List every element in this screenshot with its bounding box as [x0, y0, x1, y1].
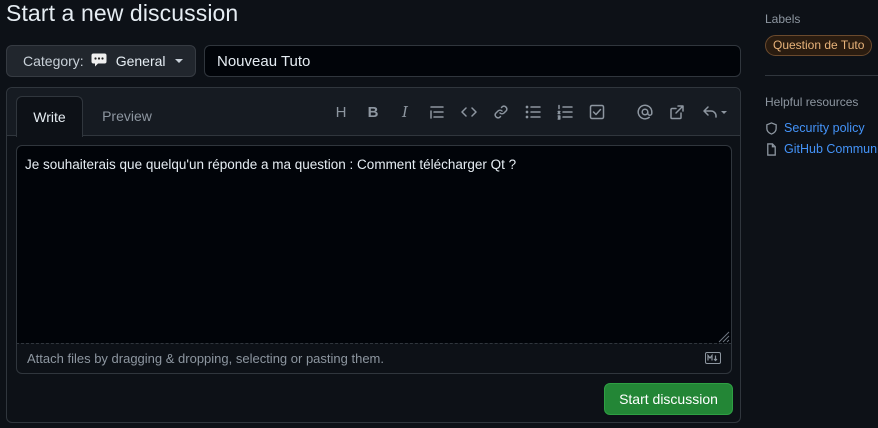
category-value: General [115, 53, 166, 69]
start-discussion-button[interactable]: Start discussion [604, 383, 733, 415]
label-pill[interactable]: Question de Tuto [765, 35, 873, 56]
task-list-icon[interactable] [587, 102, 607, 122]
resource-security-policy[interactable]: Security policy [765, 119, 865, 137]
markdown-icon[interactable] [705, 352, 721, 364]
reply-icon[interactable] [699, 102, 729, 122]
speech-balloon-icon [91, 53, 107, 70]
resource-github-community[interactable]: GitHub Communi [765, 140, 878, 158]
shield-icon [766, 121, 777, 135]
italic-icon[interactable]: I [395, 102, 415, 122]
link-icon[interactable] [491, 102, 511, 122]
chevron-down-icon [720, 110, 727, 114]
file-icon [767, 142, 776, 156]
tab-write[interactable]: Write [16, 96, 83, 137]
caret-down-icon [174, 59, 183, 63]
category-prefix-label: Category: [23, 53, 84, 69]
resize-handle-icon[interactable] [716, 329, 730, 343]
bold-icon[interactable]: B [363, 102, 383, 122]
quote-icon[interactable] [427, 102, 447, 122]
tab-preview[interactable]: Preview [95, 96, 159, 136]
resource-link[interactable]: GitHub Communi [784, 142, 878, 156]
discussion-title-input[interactable] [204, 45, 741, 77]
attach-files-hint: Attach files by dragging & dropping, sel… [27, 351, 384, 366]
page-title: Start a new discussion [6, 0, 239, 26]
comment-editor: Write Preview H B I Je souhaiterais que … [6, 87, 741, 423]
code-icon[interactable] [459, 102, 479, 122]
cross-reference-icon[interactable] [667, 102, 687, 122]
ordered-list-icon[interactable] [555, 102, 575, 122]
resource-link[interactable]: Security policy [784, 121, 865, 135]
editor-header: Write Preview H B I [7, 88, 740, 137]
labels-heading: Labels [765, 12, 801, 26]
unordered-list-icon[interactable] [523, 102, 543, 122]
category-selector[interactable]: Category: General [6, 45, 196, 77]
heading-icon[interactable]: H [331, 102, 351, 122]
mention-icon[interactable] [635, 102, 655, 122]
sidebar-divider [765, 75, 878, 76]
comment-body-textarea[interactable]: Je souhaiterais que quelqu'un réponde a … [16, 145, 732, 344]
attach-files-bar[interactable]: Attach files by dragging & dropping, sel… [16, 343, 732, 374]
helpful-resources-heading: Helpful resources [765, 95, 859, 109]
